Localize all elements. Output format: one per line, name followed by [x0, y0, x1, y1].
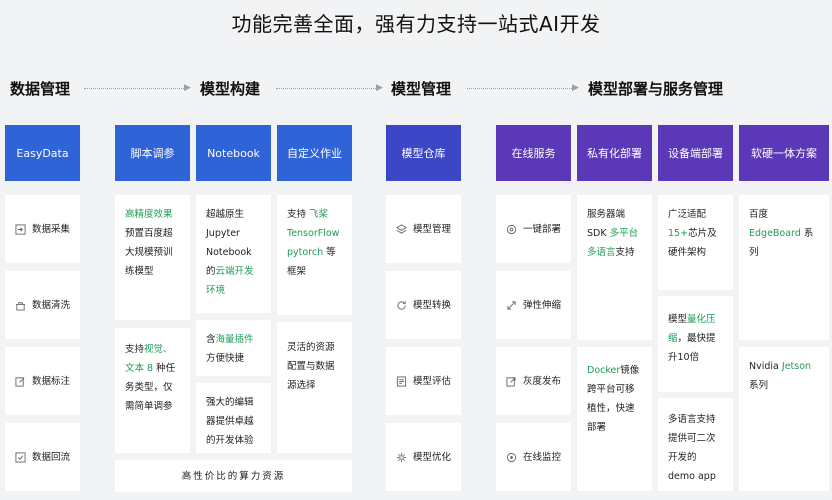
- notebook-card-1: 超越原生 Jupyter Notebook 的云端开发环境: [196, 195, 271, 313]
- expand-icon: [506, 300, 517, 311]
- header-hardware: 软硬一体方案: [739, 125, 829, 181]
- publish-icon: [506, 376, 517, 387]
- card-text: 模型: [668, 314, 688, 325]
- model-item-label: 模型管理: [413, 223, 452, 235]
- import-icon: [15, 223, 26, 235]
- document-icon: [396, 375, 407, 387]
- highlight-text: 海量插件: [215, 334, 254, 345]
- list-item: 数据清洗: [5, 271, 80, 339]
- list-item: 灰度发布: [496, 347, 571, 415]
- data-item-label: 数据清洗: [32, 299, 71, 311]
- script-card-2: 支持视觉、文本 8 种任务类型，仅需简单调参: [115, 328, 190, 453]
- device-card-2: 模型量化压缩，最快提升10倍: [658, 296, 733, 392]
- list-item: 数据采集: [5, 195, 80, 263]
- data-item-label: 数据回流: [32, 451, 71, 463]
- arrow-icon: ▶: [376, 83, 383, 93]
- card-text: 多语言支持提供可二次开发的demo app: [668, 414, 716, 482]
- arrow-icon: ▶: [572, 83, 579, 93]
- data-item-label: 数据采集: [32, 223, 71, 235]
- device-card-1: 广泛适配15+芯片及硬件架构: [658, 195, 733, 290]
- layers-icon: [396, 223, 407, 235]
- custom-card-1: 支持 飞桨 TensorFlow pytorch 等框架: [277, 195, 352, 315]
- card-text: 灵活的资源配置与数据源选择: [287, 342, 335, 391]
- header-easydata: EasyData: [5, 125, 80, 181]
- card-text: Nvidia: [749, 361, 782, 372]
- list-item: 弹性伸缩: [496, 271, 571, 339]
- card-text: 系列: [749, 380, 769, 391]
- edit-icon: [15, 376, 26, 387]
- hardware-card-2: Nvidia Jetson 系列: [739, 347, 829, 491]
- list-item: 数据回流: [5, 423, 80, 491]
- highlight-text: Jetson: [781, 361, 812, 372]
- service-item-label: 一键部署: [523, 223, 562, 235]
- service-item-label: 灰度发布: [523, 375, 562, 387]
- list-item: 数据标注: [5, 347, 80, 415]
- script-card-1: 高精度效果 预置百度超大规模预训练模型: [115, 195, 190, 320]
- notebook-card-2: 含海量插件方便快捷: [196, 320, 271, 376]
- service-item-label: 在线监控: [523, 451, 562, 463]
- list-item: 一键部署: [496, 195, 571, 263]
- clean-icon: [15, 300, 26, 311]
- private-card-1: 服务器端SDK 多平台多语言支持: [577, 195, 652, 340]
- highlight-text: EdgeBoard: [749, 228, 801, 239]
- card-text: 预置百度超大规模预训练模型: [125, 228, 173, 277]
- data-item-label: 数据标注: [32, 375, 71, 387]
- card-text: 支持: [615, 247, 635, 258]
- highlight-text: 高精度效果: [125, 209, 173, 220]
- list-item: 模型管理: [386, 195, 461, 263]
- card-text: 强大的编辑器提供卓越的开发体验: [206, 397, 254, 446]
- gear-icon: [396, 452, 407, 463]
- card-text: 支持: [287, 209, 310, 220]
- header-online: 在线服务: [496, 125, 571, 181]
- highlight-text: 15+: [668, 228, 689, 239]
- connector-2: [276, 88, 376, 89]
- device-card-3: 多语言支持提供可二次开发的demo app: [658, 398, 733, 491]
- target-icon: [506, 224, 517, 235]
- section-model-build: 模型构建: [200, 80, 261, 98]
- card-text: 方便快捷: [206, 353, 245, 364]
- card-text: 含: [206, 334, 216, 345]
- service-item-label: 弹性伸缩: [523, 299, 562, 311]
- model-item-label: 模型评估: [413, 375, 452, 387]
- private-card-2: Docker镜像跨平台可移植性，快速部署: [577, 347, 652, 491]
- section-deploy-service: 模型部署与服务管理: [588, 80, 724, 98]
- page-title: 功能完善全面，强有力支持一站式AI开发: [231, 12, 601, 36]
- list-item: 模型转换: [386, 271, 461, 339]
- section-model-management: 模型管理: [391, 80, 452, 98]
- custom-card-2: 灵活的资源配置与数据源选择: [277, 322, 352, 453]
- header-script: 脚本调参: [115, 125, 190, 181]
- check-box-icon: [15, 451, 26, 463]
- connector-3: [467, 88, 572, 89]
- refresh-icon: [396, 300, 407, 311]
- list-item: 模型评估: [386, 347, 461, 415]
- list-item: 模型优化: [386, 423, 461, 491]
- header-notebook: Notebook: [196, 125, 271, 181]
- connector-1: [84, 88, 184, 89]
- header-repo: 模型仓库: [386, 125, 461, 181]
- highlight-text: Docker: [587, 365, 621, 376]
- header-custom: 自定义作业: [277, 125, 352, 181]
- notebook-card-3: 强大的编辑器提供卓越的开发体验: [196, 383, 271, 453]
- monitor-icon: [506, 452, 517, 463]
- model-item-label: 模型转换: [413, 299, 452, 311]
- model-item-label: 模型优化: [413, 451, 452, 463]
- arrow-icon: ▶: [184, 83, 191, 93]
- list-item: 在线监控: [496, 423, 571, 491]
- compute-resource-bar: 高性价比的算力资源: [115, 460, 352, 492]
- hardware-card-1: 百度EdgeBoard 系列: [739, 195, 829, 340]
- card-text: 广泛适配: [668, 209, 707, 220]
- header-private: 私有化部署: [577, 125, 652, 181]
- card-text: 百度: [749, 209, 769, 220]
- section-data-management: 数据管理: [10, 80, 71, 98]
- header-device: 设备端部署: [658, 125, 733, 181]
- card-text: 支持: [125, 344, 145, 355]
